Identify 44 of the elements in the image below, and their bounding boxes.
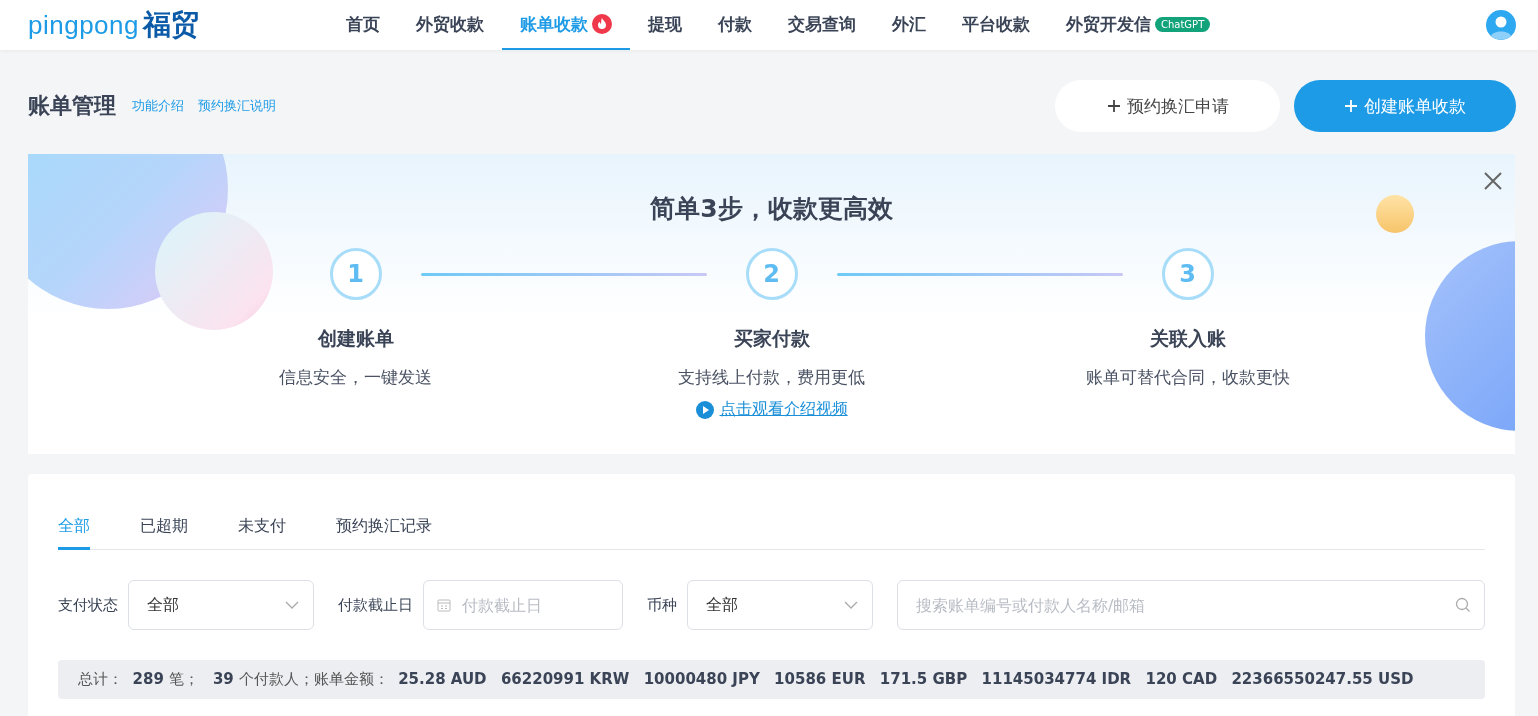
avatar-icon[interactable] [1486,10,1516,40]
video-link[interactable]: 点击观看介绍视频 [719,399,848,420]
filter-label: 币种 [647,595,677,615]
chevron-down-icon [285,601,299,609]
close-icon[interactable] [1483,171,1503,191]
summary-text: 总计： 289 笔； 39 个付款人；账单金额： 25.28 AUD 66220991 KRW 10000480 JPY 10586 EUR 171.5 GBP 11145034774 IDR 120 CAD 22366550247.55 USD [78,670,1414,688]
step-title: 关联入账 [1149,326,1226,351]
apply-button[interactable]: 预约换汇申请 [1055,80,1280,132]
step-number: 2 [745,248,798,300]
nav-tag: ChatGPT [1155,16,1211,32]
logo-brand[interactable]: 福贸 [143,6,199,44]
filter-label: 支付状态 [58,595,118,615]
search-field[interactable]: 搜索账单编号或付款人名称/邮箱 [897,580,1485,630]
nav-tab[interactable]: 外贸开发信 ChatGPT [1048,0,1229,50]
nav-tab[interactable]: 外汇 [874,0,944,50]
decor-circle [1376,195,1414,233]
plus-icon [1106,99,1121,113]
filter-tab[interactable]: 未支付 [238,504,286,550]
play-icon [695,400,714,419]
filter-tab[interactable]: 预约换汇记录 [336,504,432,550]
step-number: 1 [329,248,382,300]
page-title: 账单管理 [28,92,116,120]
filter-label: 付款截止日 [338,595,413,615]
nav-tab[interactable]: 提现 [630,0,700,50]
nav-tab[interactable]: 平台收款 [944,0,1048,50]
select-field[interactable]: 全部 [687,580,873,630]
chevron-down-icon [844,601,858,609]
search-icon [1455,597,1471,613]
step-number: 3 [1161,248,1214,300]
nav-tab[interactable]: 外贸收款 [398,0,502,50]
banner-title: 简单3步，收款更高效 [650,193,893,225]
date-field[interactable]: 付款截止日 [423,580,623,630]
calendar-icon [437,598,451,612]
step-description: 账单可替代合同，收款更快 [1085,366,1290,389]
nav-tab[interactable]: 首页 [328,0,398,50]
select-field[interactable]: 全部 [128,580,314,630]
step-title: 买家付款 [733,326,810,351]
filter-tab[interactable]: 已超期 [140,504,188,550]
plus-icon [1344,99,1358,113]
nav-tab[interactable]: 交易查询 [770,0,874,50]
step-description: 支持线上付款，费用更低 [678,366,865,389]
nav-tab[interactable]: 付款 [700,0,770,50]
step-description: 信息安全，一键发送 [279,366,432,389]
step-title: 创建账单 [317,326,394,351]
